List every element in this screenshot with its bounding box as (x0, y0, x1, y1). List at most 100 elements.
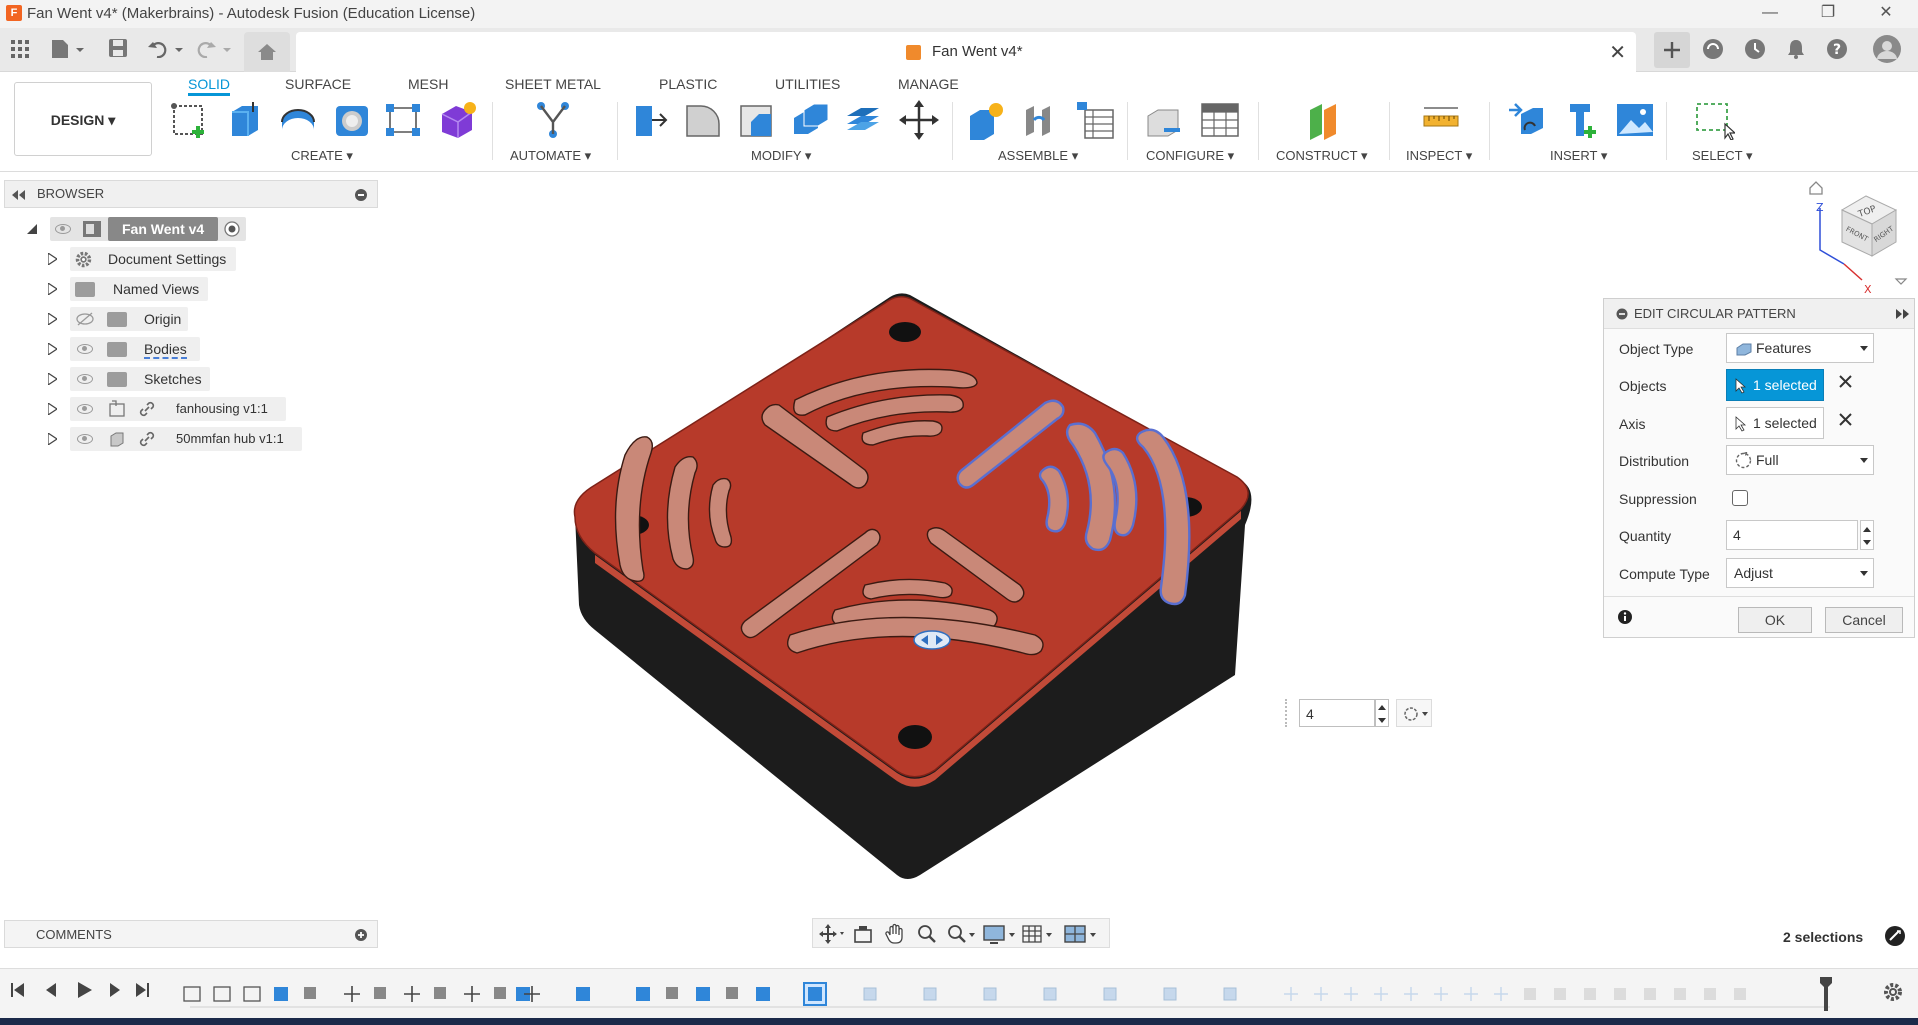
fit-zoom-icon[interactable] (947, 924, 977, 944)
insert-menu[interactable]: INSERT ▾ (1550, 148, 1607, 164)
compute-type-dropdown[interactable]: Adjust (1726, 558, 1874, 588)
timeline-features[interactable] (180, 977, 1840, 1011)
orbit-icon[interactable] (819, 924, 845, 944)
browser-item-origin[interactable]: Origin (0, 306, 378, 332)
quantity-input[interactable]: 4 (1726, 520, 1858, 550)
offset-face-icon[interactable] (843, 100, 883, 140)
look-at-icon[interactable] (853, 924, 873, 944)
browser-root-row[interactable]: Fan Went v4 (0, 216, 378, 242)
comments-panel-header[interactable]: COMMENTS (4, 920, 378, 948)
tab-surface[interactable]: SURFACE (285, 72, 351, 96)
collapsed-triangle-icon[interactable] (48, 343, 57, 355)
revolve-icon[interactable] (278, 100, 318, 140)
drag-handle[interactable] (1285, 699, 1293, 727)
cancel-button[interactable]: Cancel (1825, 607, 1903, 633)
collapsed-triangle-icon[interactable] (48, 373, 57, 385)
view-cube[interactable]: TOP FRONT RIGHT Z X (1800, 180, 1910, 295)
selection-filter-icon[interactable] (1884, 925, 1906, 947)
new-component-icon[interactable] (966, 100, 1006, 140)
browser-item-fan-hub[interactable]: 50mmfan hub v1:1 (0, 426, 378, 452)
object-type-dropdown[interactable]: Features (1726, 333, 1874, 363)
collapsed-triangle-icon[interactable] (48, 283, 57, 295)
clear-objects-button[interactable] (1839, 375, 1852, 393)
change-parameters-icon[interactable] (1144, 100, 1184, 140)
inline-quantity-stepper[interactable] (1375, 699, 1389, 727)
tab-manage[interactable]: MANAGE (898, 72, 959, 96)
step-forward-icon[interactable] (110, 983, 120, 997)
inspect-menu[interactable]: INSPECT ▾ (1406, 148, 1472, 164)
expand-dialog-icon[interactable] (1896, 309, 1910, 319)
go-to-start-icon[interactable] (12, 983, 24, 997)
visibility-eye-icon[interactable] (55, 224, 71, 234)
mounting-hole[interactable] (898, 725, 932, 749)
viewports-icon[interactable] (1063, 924, 1099, 944)
timeline-marker[interactable] (1820, 977, 1832, 1011)
close-window-button[interactable]: ✕ (1864, 0, 1908, 28)
home-tab[interactable] (244, 32, 290, 72)
suppression-checkbox[interactable] (1732, 490, 1748, 506)
tab-plastic[interactable]: PLASTIC (659, 72, 717, 96)
construct-menu[interactable]: CONSTRUCT ▾ (1276, 148, 1368, 164)
create-form-icon[interactable] (438, 100, 478, 140)
collapsed-triangle-icon[interactable] (48, 313, 57, 325)
tab-sheet-metal[interactable]: SHEET METAL (505, 72, 601, 96)
press-pull-icon[interactable] (630, 100, 670, 140)
play-icon[interactable] (78, 982, 92, 998)
fan-housing-model[interactable] (565, 285, 1265, 895)
pan-hand-icon[interactable] (885, 923, 905, 945)
info-icon[interactable] (1617, 609, 1633, 625)
quantity-stepper[interactable] (1860, 520, 1874, 550)
visibility-eye-icon[interactable] (77, 404, 93, 414)
tab-utilities[interactable]: UTILITIES (775, 72, 840, 96)
chamfer-icon[interactable] (737, 100, 777, 140)
visibility-eye-icon[interactable] (77, 374, 93, 384)
viewcube-menu-icon[interactable] (1894, 278, 1908, 285)
minimize-panel-icon[interactable] (354, 188, 368, 202)
inline-quantity-input[interactable]: 4 (1299, 699, 1375, 727)
extrude-icon[interactable] (224, 100, 264, 140)
objects-selection-button[interactable]: 1 selected (1726, 369, 1824, 401)
minimize-button[interactable]: — (1748, 0, 1792, 28)
collapsed-triangle-icon[interactable] (48, 403, 57, 415)
stepper-arrows-icon[interactable] (1863, 527, 1871, 545)
assemble-menu[interactable]: ASSEMBLE ▾ (998, 148, 1078, 164)
direction-dropdown[interactable] (1396, 699, 1432, 727)
configuration-table-icon[interactable] (1200, 100, 1240, 140)
pattern-icon[interactable] (384, 100, 424, 140)
axis-selection-button[interactable]: 1 selected (1726, 407, 1824, 439)
visibility-eye-icon[interactable] (77, 434, 93, 444)
file-menu-icon[interactable] (50, 38, 86, 60)
clear-axis-button[interactable] (1839, 413, 1852, 431)
save-icon[interactable] (108, 38, 128, 58)
hole-icon[interactable] (332, 100, 372, 140)
tab-mesh[interactable]: MESH (408, 72, 448, 96)
collapsed-triangle-icon[interactable] (48, 253, 57, 265)
expanded-triangle-icon[interactable] (27, 224, 37, 234)
move-copy-icon[interactable] (899, 100, 939, 140)
mounting-hole[interactable] (889, 322, 921, 342)
zoom-icon[interactable] (917, 924, 937, 944)
job-status-icon[interactable] (1744, 38, 1766, 60)
automate-icon[interactable] (533, 100, 573, 140)
joint-icon[interactable] (1020, 100, 1060, 140)
help-icon[interactable]: ? (1826, 38, 1848, 60)
insert-derive-icon[interactable] (1505, 100, 1545, 140)
insert-mcmaster-icon[interactable] (1562, 100, 1602, 140)
browser-item-named-views[interactable]: Named Views (0, 276, 378, 302)
redo-icon[interactable] (196, 38, 232, 58)
document-tab[interactable]: Fan Went v4* ✕ (296, 32, 1636, 72)
activate-radio-icon[interactable] (224, 221, 240, 237)
browser-panel-header[interactable]: BROWSER (4, 180, 378, 208)
automate-menu[interactable]: AUTOMATE ▾ (510, 148, 591, 164)
browser-item-document-settings[interactable]: Document Settings (0, 246, 378, 272)
apps-grid-icon[interactable] (11, 40, 29, 58)
collapsed-triangle-icon[interactable] (48, 433, 57, 445)
minus-circle-icon[interactable] (1616, 308, 1628, 320)
add-comment-icon[interactable] (354, 928, 368, 942)
workspace-switcher[interactable]: DESIGN ▾ (14, 82, 152, 156)
bill-of-materials-icon[interactable] (1075, 100, 1115, 140)
collapse-panel-icon[interactable] (12, 190, 26, 200)
browser-item-fanhousing[interactable]: fanhousing v1:1 (0, 396, 378, 422)
measure-icon[interactable] (1421, 100, 1461, 140)
extensions-icon[interactable] (1702, 38, 1724, 60)
